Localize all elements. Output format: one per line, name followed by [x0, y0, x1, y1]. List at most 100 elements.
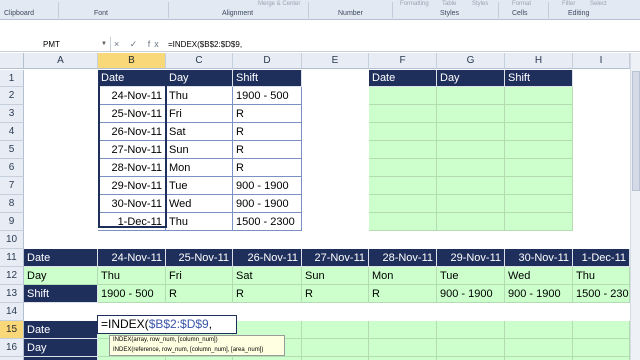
table2-empty-cell[interactable] — [505, 123, 573, 141]
column-header-f[interactable]: F — [369, 53, 437, 69]
lower-empty-cell[interactable] — [302, 321, 369, 339]
horizontal-date-cell[interactable]: 24-Nov-11 — [98, 249, 166, 267]
lower-empty-cell[interactable] — [573, 321, 630, 339]
horizontal-day-cell[interactable]: Tue — [437, 267, 505, 285]
row-header-6[interactable]: 6 — [0, 159, 24, 177]
row-header-13[interactable]: 13 — [0, 285, 24, 303]
table2-empty-cell[interactable] — [369, 141, 437, 159]
row-header-7[interactable]: 7 — [0, 177, 24, 195]
horizontal-date-cell[interactable]: 30-Nov-11 — [505, 249, 573, 267]
name-box[interactable]: PMT — [0, 37, 111, 52]
column-header-c[interactable]: C — [166, 53, 233, 69]
horizontal-label-date[interactable]: Date — [24, 249, 98, 267]
horizontal-day-cell[interactable]: Wed — [505, 267, 573, 285]
column-header-g[interactable]: G — [437, 53, 505, 69]
scrollbar-thumb[interactable] — [632, 71, 640, 191]
filter-button[interactable]: Filter — [562, 1, 575, 7]
merge-center-button[interactable]: Merge & Center — [258, 1, 300, 7]
column-header-h[interactable]: H — [505, 53, 573, 69]
row-header-9[interactable]: 9 — [0, 213, 24, 231]
formula-input[interactable]: =INDEX($B$2:$D$9, — [168, 37, 242, 52]
format-as-table-button[interactable]: Table — [442, 1, 456, 7]
row-header-14[interactable]: 14 — [0, 303, 24, 321]
table2-empty-cell[interactable] — [437, 177, 505, 195]
lower-label-date[interactable]: Date — [24, 321, 98, 339]
row-header-11[interactable]: 11 — [0, 249, 24, 267]
table1-header-cell[interactable]: Shift — [233, 70, 302, 87]
horizontal-shift-cell[interactable]: 900 - 1900 — [505, 285, 573, 303]
row-header-5[interactable]: 5 — [0, 141, 24, 159]
table1-data-cell[interactable]: 29-Nov-11 — [98, 177, 166, 195]
table2-empty-cell[interactable] — [505, 141, 573, 159]
horizontal-day-cell[interactable]: Mon — [369, 267, 437, 285]
table1-header-cell[interactable]: Date — [98, 70, 166, 87]
table1-data-cell[interactable]: R — [233, 105, 302, 123]
row-header-1[interactable]: 1 — [0, 70, 24, 87]
table2-empty-cell[interactable] — [505, 159, 573, 177]
horizontal-day-cell[interactable]: Fri — [166, 267, 233, 285]
row-header-12[interactable]: 12 — [0, 267, 24, 285]
table1-data-cell[interactable]: R — [233, 141, 302, 159]
table1-data-cell[interactable]: 26-Nov-11 — [98, 123, 166, 141]
table1-data-cell[interactable]: 900 - 1900 — [233, 195, 302, 213]
horizontal-label-shift[interactable]: Shift — [24, 285, 98, 303]
horizontal-shift-cell[interactable]: 1500 - 2300 — [573, 285, 630, 303]
row-header-8[interactable]: 8 — [0, 195, 24, 213]
table2-empty-cell[interactable] — [369, 123, 437, 141]
lower-empty-cell[interactable] — [369, 321, 437, 339]
select-all-corner[interactable] — [0, 53, 24, 69]
horizontal-label-day[interactable]: Day — [24, 267, 98, 285]
table2-empty-cell[interactable] — [505, 105, 573, 123]
horizontal-day-cell[interactable]: Sun — [302, 267, 369, 285]
table1-data-cell[interactable]: Wed — [166, 195, 233, 213]
select-button[interactable]: Select — [590, 1, 607, 7]
vertical-scrollbar[interactable] — [630, 53, 640, 360]
formula-cancel-enter-fx-icons[interactable]: × ✓ fx — [114, 37, 163, 52]
lower-empty-cell[interactable] — [505, 339, 573, 357]
row-header-4[interactable]: 4 — [0, 123, 24, 141]
lower-empty-cell[interactable] — [437, 339, 505, 357]
horizontal-day-cell[interactable]: Thu — [98, 267, 166, 285]
table2-empty-cell[interactable] — [437, 141, 505, 159]
horizontal-day-cell[interactable]: Thu — [573, 267, 630, 285]
column-header-d[interactable]: D — [233, 53, 302, 69]
table2-empty-cell[interactable] — [437, 195, 505, 213]
table1-data-cell[interactable]: 25-Nov-11 — [98, 105, 166, 123]
horizontal-shift-cell[interactable]: 1900 - 500 — [98, 285, 166, 303]
horizontal-date-cell[interactable]: 25-Nov-11 — [166, 249, 233, 267]
lower-empty-cell[interactable] — [302, 339, 369, 357]
table1-data-cell[interactable]: Thu — [166, 213, 233, 231]
table1-data-cell[interactable]: Mon — [166, 159, 233, 177]
table1-data-cell[interactable]: Thu — [166, 87, 233, 105]
horizontal-day-cell[interactable]: Sat — [233, 267, 302, 285]
table1-data-cell[interactable]: Tue — [166, 177, 233, 195]
table1-data-cell[interactable]: 1900 - 500 — [233, 87, 302, 105]
conditional-formatting-button[interactable]: Formatting — [400, 1, 429, 7]
table1-data-cell[interactable]: 28-Nov-11 — [98, 159, 166, 177]
table2-empty-cell[interactable] — [369, 105, 437, 123]
table2-empty-cell[interactable] — [369, 177, 437, 195]
row-header-15[interactable]: 15 — [0, 321, 24, 339]
table1-data-cell[interactable]: 24-Nov-11 — [98, 87, 166, 105]
horizontal-shift-cell[interactable]: R — [302, 285, 369, 303]
format-button[interactable]: Format — [512, 1, 531, 7]
table2-empty-cell[interactable] — [437, 87, 505, 105]
table1-data-cell[interactable]: R — [233, 123, 302, 141]
table2-empty-cell[interactable] — [505, 213, 573, 231]
row-header-2[interactable]: 2 — [0, 87, 24, 105]
table1-header-cell[interactable]: Day — [166, 70, 233, 87]
column-header-i[interactable]: I — [573, 53, 630, 69]
table2-header-cell[interactable]: Day — [437, 70, 505, 87]
lower-empty-cell[interactable] — [369, 339, 437, 357]
table2-empty-cell[interactable] — [369, 213, 437, 231]
table2-empty-cell[interactable] — [505, 195, 573, 213]
table1-data-cell[interactable]: Sat — [166, 123, 233, 141]
horizontal-date-cell[interactable]: 26-Nov-11 — [233, 249, 302, 267]
table2-empty-cell[interactable] — [437, 123, 505, 141]
table1-data-cell[interactable]: Sun — [166, 141, 233, 159]
table1-data-cell[interactable]: R — [233, 159, 302, 177]
table2-empty-cell[interactable] — [505, 87, 573, 105]
horizontal-shift-cell[interactable]: R — [233, 285, 302, 303]
chevron-down-icon[interactable]: ▼ — [101, 37, 107, 52]
row-header-10[interactable]: 10 — [0, 231, 24, 249]
